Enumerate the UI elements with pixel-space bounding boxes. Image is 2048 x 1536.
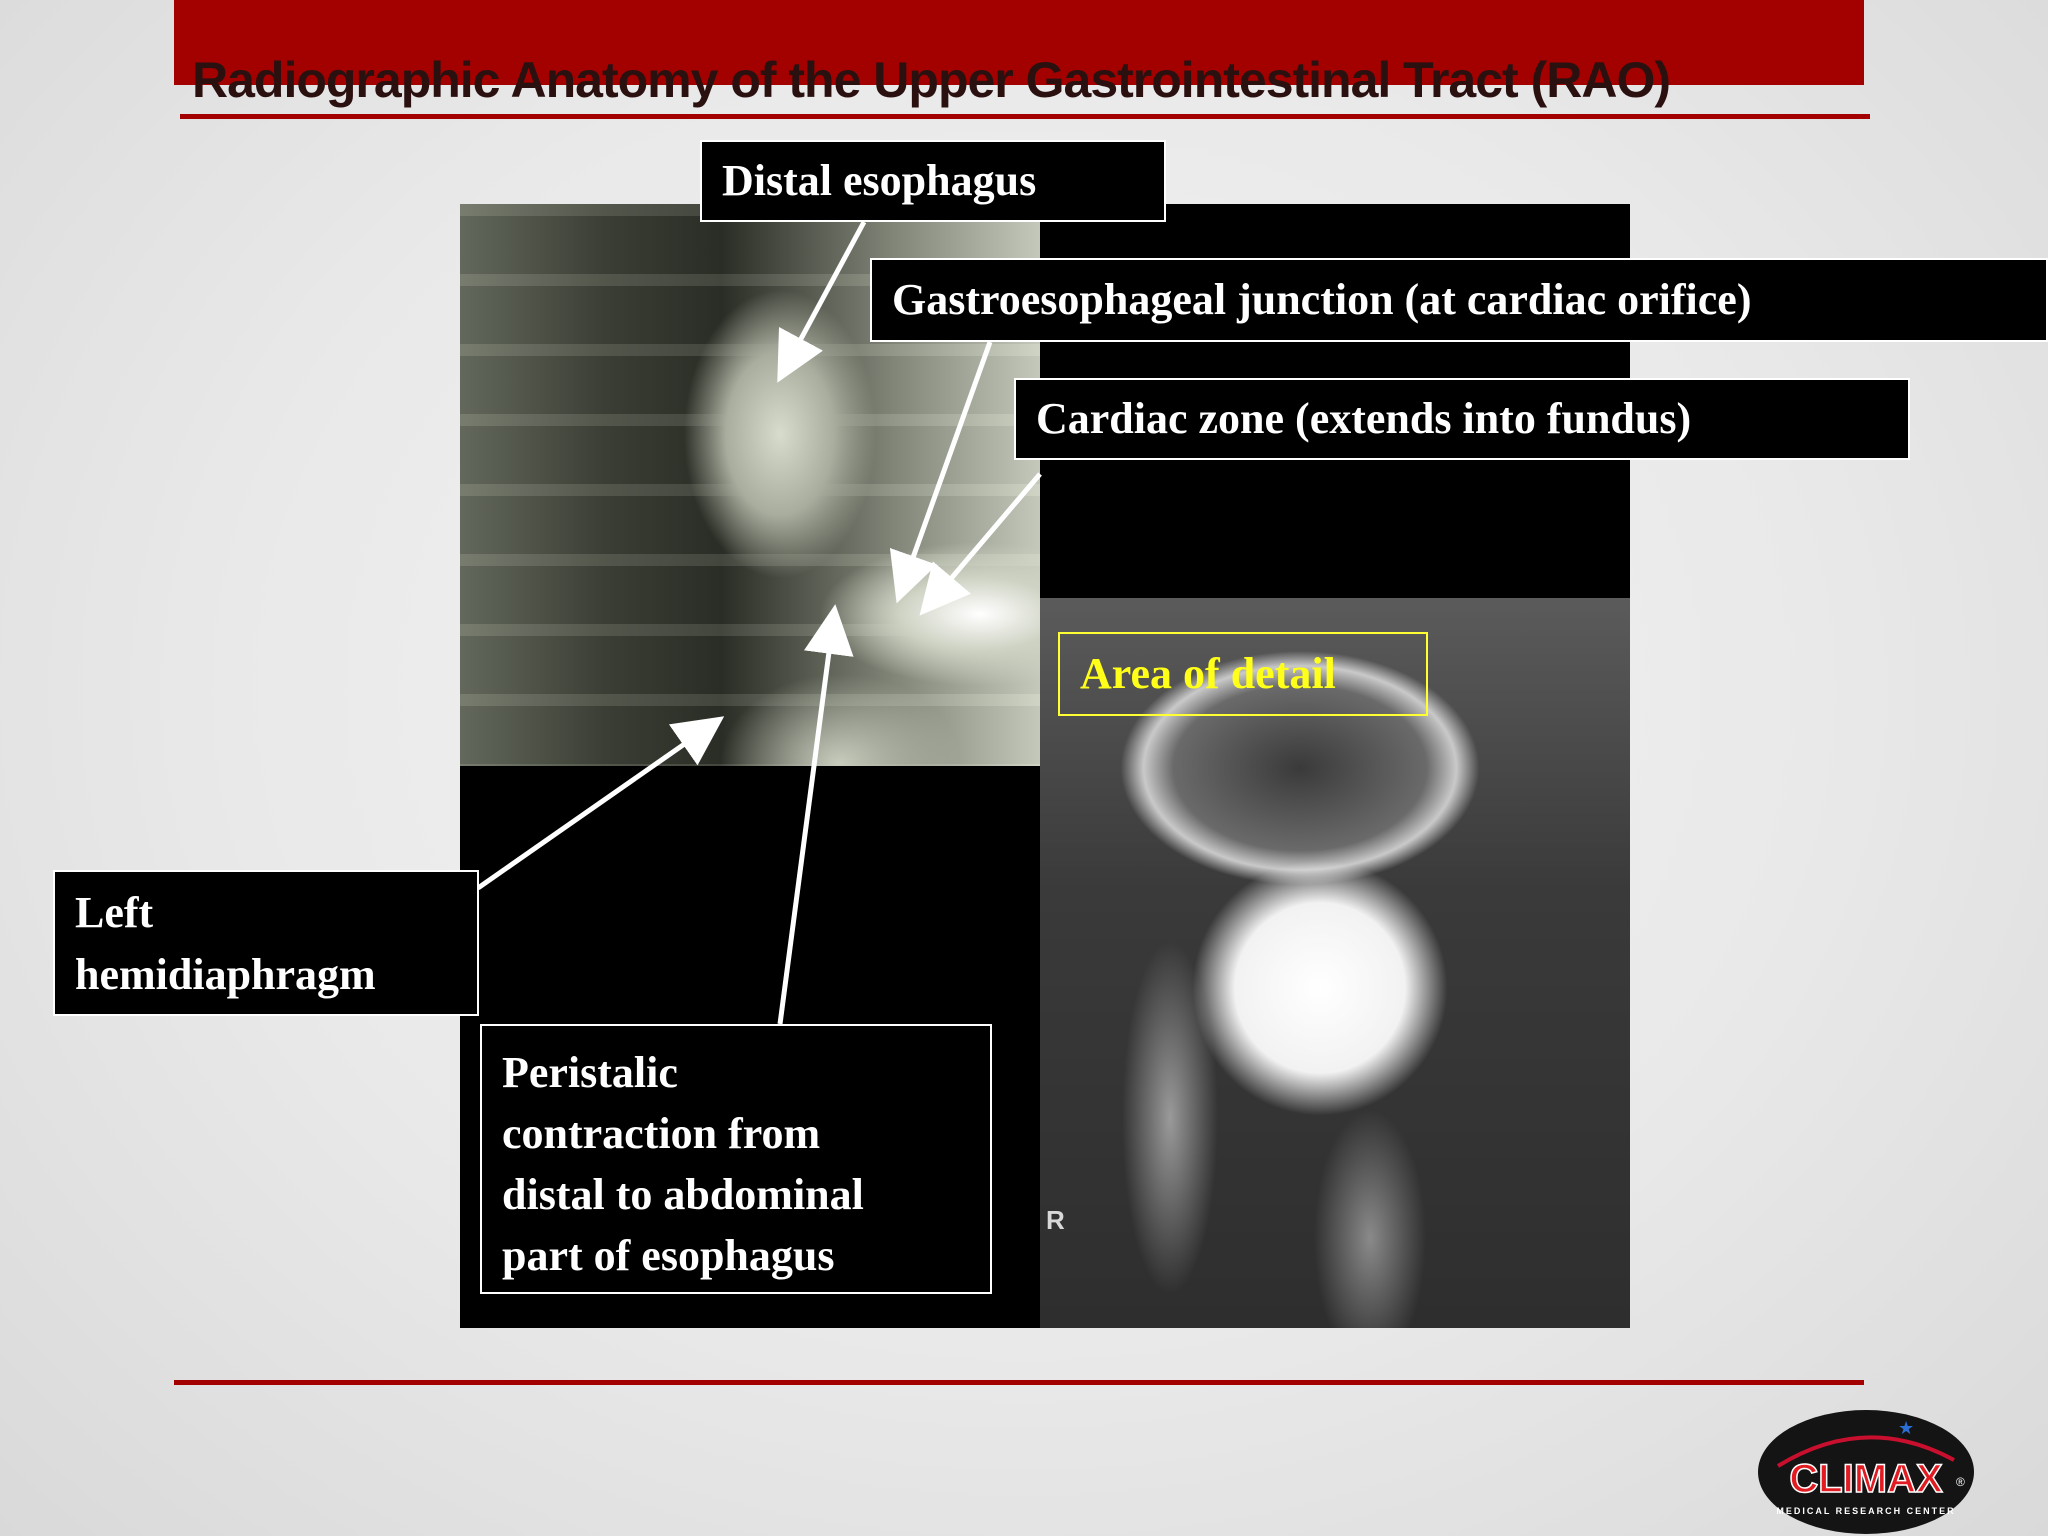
label-gastroesophageal-junction: Gastroesophageal junction (at cardiac or…: [870, 258, 2048, 342]
pointer-arrows: [476, 220, 1042, 1025]
svg-text:★: ★: [1898, 1418, 1914, 1439]
footer-rule: [174, 1380, 1864, 1385]
label-area-of-detail: Area of detail: [1058, 632, 1428, 716]
label-peristalic-line-2: contraction from: [502, 1109, 821, 1158]
arrow-peristalic-contraction: [777, 604, 854, 1025]
label-peristalic-line-4: part of esophagus: [502, 1231, 835, 1280]
label-peristalic-line-1: Peristalic: [502, 1048, 678, 1097]
logo-registered-mark: ®: [1956, 1475, 1965, 1489]
label-left-hemidiaphragm: Left hemidiaphragm: [53, 870, 479, 1016]
climax-logo: ★ CLIMAX ® MEDICAL RESEARCH CENTER: [1758, 1410, 1974, 1534]
arrow-distal-esophagus: [777, 220, 867, 383]
logo-tagline: MEDICAL RESEARCH CENTER: [1776, 1506, 1955, 1516]
label-peristalic-contraction: Peristalic contraction from distal to ab…: [480, 1024, 992, 1294]
label-peristalic-line-3: distal to abdominal: [502, 1170, 864, 1219]
label-cardiac-zone: Cardiac zone (extends into fundus): [1014, 378, 1910, 460]
arrow-left-hemidiaphragm: [476, 716, 725, 891]
arrow-gastroesophageal-junction: [889, 341, 993, 604]
label-distal-esophagus: Distal esophagus: [700, 140, 1166, 222]
label-left-hemidiaphragm-line-1: Left: [75, 888, 154, 937]
logo-wordmark: CLIMAX: [1789, 1457, 1943, 1501]
arrow-cardiac-zone: [919, 472, 1042, 616]
label-left-hemidiaphragm-line-2: hemidiaphragm: [75, 950, 376, 999]
